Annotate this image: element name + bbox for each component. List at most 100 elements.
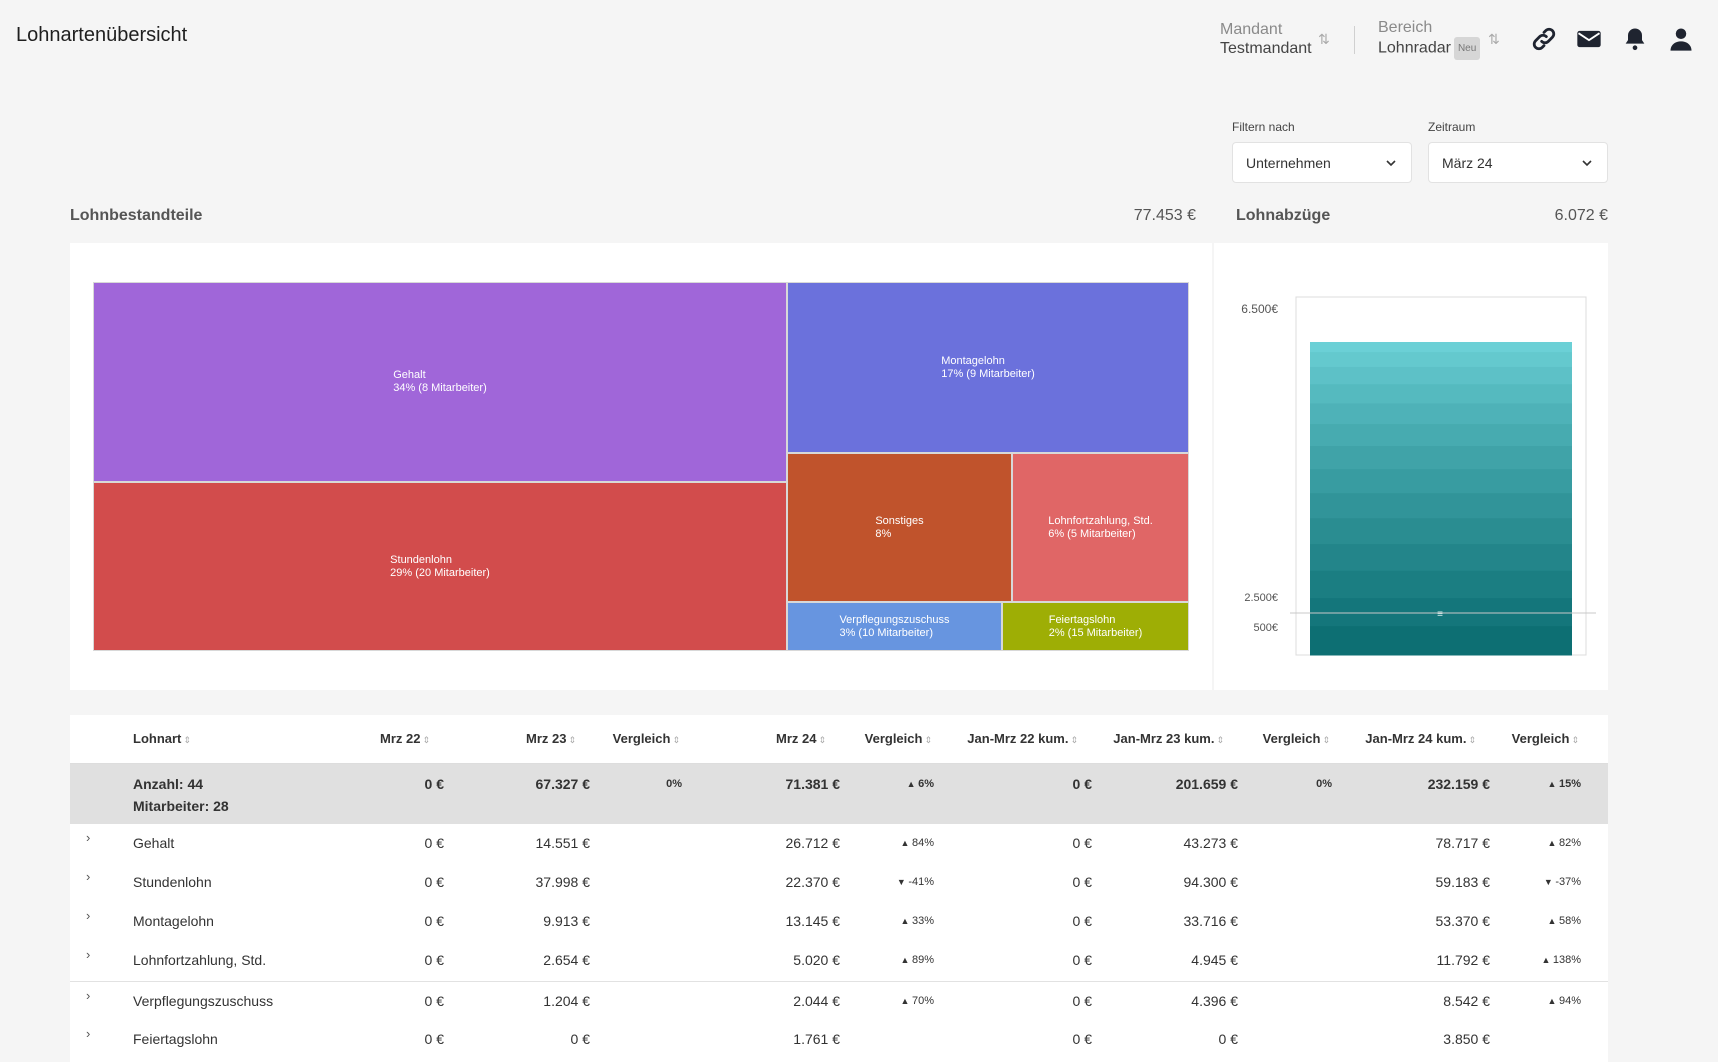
cell-value: 15% — [1558, 778, 1581, 790]
col-header-2[interactable]: Mrz 23 ⇕ — [526, 731, 576, 746]
new-badge: Neu — [1453, 37, 1481, 60]
value-cell: 0 € — [1073, 874, 1092, 890]
treemap-tile[interactable]: Sonstiges 8% — [787, 453, 1012, 602]
table-row[interactable]: › Gehalt 0 € 14.551 € 26.712 € ▲ 84% 0 € 43.273… — [70, 824, 1608, 863]
treemap-tile[interactable]: Gehalt 34% (8 Mitarbeiter) — [93, 282, 787, 482]
trend-up-icon: ▲ — [1547, 838, 1559, 848]
value-cell: 59.183 € — [1436, 874, 1491, 890]
sort-icon[interactable]: ⇕ — [422, 735, 430, 745]
sort-icon[interactable]: ⇕ — [183, 735, 191, 745]
filter-value: Unternehmen — [1246, 154, 1331, 171]
bar-segment — [1310, 518, 1572, 545]
comparison-cell: ▲ 82% — [1548, 837, 1581, 849]
value-cell: 11.792 € — [1437, 952, 1490, 968]
zeitraum-select[interactable]: März 24 — [1428, 142, 1608, 183]
bell-icon[interactable] — [1621, 25, 1649, 53]
cell-value: 37.998 € — [535, 874, 591, 890]
table-summary-row: Anzahl: 44 Mitarbeiter: 28 0 € 67.327 € 0% 71… — [70, 764, 1608, 824]
swap-icon: ⇅ — [1488, 31, 1500, 47]
trend-up-icon: ▲ — [1547, 996, 1559, 1006]
sort-icon[interactable]: ⇕ — [1070, 735, 1078, 745]
col-header-5[interactable]: Vergleich ⇕ — [865, 731, 932, 746]
sort-icon[interactable]: ⇕ — [1216, 735, 1224, 745]
row-name: Gehalt — [133, 835, 175, 851]
comparison-cell: 0% — [666, 778, 682, 790]
table-row[interactable]: › Feiertagslohn 0 € 0 € 1.761 € 0 € 0 € 3.850 € — [70, 1020, 1608, 1059]
col-header-8[interactable]: Vergleich ⇕ — [1263, 731, 1330, 746]
sort-icon[interactable]: ⇕ — [1322, 735, 1330, 745]
value-cell: 37.998 € — [536, 874, 591, 890]
chevron-right-icon[interactable]: › — [86, 830, 90, 845]
value-cell: 0 € — [425, 993, 444, 1009]
user-icon[interactable] — [1667, 25, 1695, 53]
col-header-9[interactable]: Jan-Mrz 24 kum. ⇕ — [1365, 731, 1476, 746]
link-icon[interactable] — [1530, 25, 1558, 53]
bereich-switcher[interactable]: Bereich Lohnradar Neu ⇅ — [1378, 18, 1500, 60]
cell-value: 201.659 € — [1175, 776, 1238, 792]
cell-value: 0 € — [570, 1031, 590, 1047]
chevron-right-icon[interactable]: › — [86, 908, 90, 923]
chevron-right-icon[interactable]: › — [86, 1026, 90, 1041]
col-header-0[interactable]: Lohnart ⇕ — [133, 731, 191, 746]
tile-label: 34% (8 Mitarbeiter) — [393, 382, 487, 394]
table-row[interactable]: › Montagelohn 0 € 9.913 € 13.145 € ▲ 33% 0 € 33… — [70, 902, 1608, 941]
col-header-6[interactable]: Jan-Mrz 22 kum. ⇕ — [967, 731, 1078, 746]
zeitraum-value: März 24 — [1442, 154, 1493, 171]
cell-value: 67.327 € — [535, 776, 591, 792]
treemap-tile[interactable]: Feiertagslohn 2% (15 Mitarbeiter) — [1002, 602, 1189, 651]
treemap-tile[interactable]: Lohnfortzahlung, Std. 6% (5 Mitarbeiter) — [1012, 453, 1189, 602]
treemap-card: Gehalt 34% (8 Mitarbeiter) Stundenlohn 29% … — [70, 243, 1212, 690]
cell-value: 89% — [911, 954, 934, 966]
sort-icon[interactable]: ⇕ — [1468, 735, 1476, 745]
filter-select[interactable]: Unternehmen — [1232, 142, 1412, 183]
col-header-label: Lohnart — [133, 731, 182, 746]
col-header-3[interactable]: Vergleich ⇕ — [613, 731, 680, 746]
table-row[interactable]: › Stundenlohn 0 € 37.998 € 22.370 € ▼ -41% 0 €… — [70, 863, 1608, 902]
sort-icon[interactable]: ⇕ — [672, 735, 680, 745]
mandant-value: Testmandant — [1220, 40, 1312, 57]
value-cell: 26.712 € — [786, 835, 841, 851]
bar-segment — [1310, 469, 1572, 494]
bar-segment — [1310, 570, 1572, 599]
value-cell: 2.044 € — [793, 993, 840, 1009]
col-header-10[interactable]: Vergleich ⇕ — [1512, 731, 1579, 746]
sort-icon[interactable]: ⇕ — [568, 735, 576, 745]
col-header-7[interactable]: Jan-Mrz 23 kum. ⇕ — [1113, 731, 1224, 746]
chevron-right-icon[interactable]: › — [86, 947, 90, 962]
cell-value: 2.654 € — [543, 952, 590, 968]
value-cell: 9.913 € — [543, 913, 590, 929]
comparison-cell: ▼ -37% — [1544, 876, 1581, 888]
bar-segment — [1310, 626, 1572, 656]
mail-icon[interactable] — [1575, 25, 1603, 53]
table-row[interactable]: › Verpflegungszuschuss 0 € 1.204 € 2.044 € ▲ … — [70, 981, 1608, 1020]
treemap-chart: Gehalt 34% (8 Mitarbeiter) Stundenlohn 29% … — [93, 282, 1189, 651]
chevron-right-icon[interactable]: › — [86, 988, 90, 1003]
bar-segment — [1310, 493, 1572, 519]
treemap-tile[interactable]: Stundenlohn 29% (20 Mitarbeiter) — [93, 482, 787, 651]
tile-label: 6% (5 Mitarbeiter) — [1048, 527, 1136, 540]
treemap-tile[interactable]: Montagelohn 17% (9 Mitarbeiter) — [787, 282, 1189, 453]
value-cell: 67.327 € — [536, 776, 591, 792]
col-header-label: Vergleich — [1511, 731, 1570, 746]
treemap-tile[interactable]: Verpflegungszuschuss 3% (10 Mitarbeiter) — [787, 602, 1002, 651]
value-cell: 1.204 € — [543, 993, 590, 1009]
tile-name: Lohnfortzahlung, Std. — [1048, 514, 1153, 527]
value-cell: 4.945 € — [1191, 952, 1238, 968]
sort-icon[interactable]: ⇕ — [1571, 735, 1579, 745]
mandant-switcher[interactable]: Mandant Testmandant ⇅ — [1220, 20, 1330, 58]
trend-down-icon: ▼ — [1543, 877, 1556, 887]
table-row[interactable]: › Lohnfortzahlung, Std. 0 € 2.654 € 5.020 € ▲… — [70, 941, 1608, 980]
sort-icon[interactable]: ⇕ — [818, 735, 826, 745]
col-header-label: Mrz 23 — [525, 731, 567, 746]
value-cell: 201.659 € — [1176, 776, 1238, 792]
col-header-1[interactable]: Mrz 22 ⇕ — [380, 731, 430, 746]
col-header-4[interactable]: Mrz 24 ⇕ — [776, 731, 826, 746]
row-name: Montagelohn — [133, 913, 214, 929]
value-cell: 0 € — [571, 1031, 590, 1047]
cell-value: 82% — [1558, 837, 1581, 849]
cell-value: 3.850 € — [1443, 1031, 1490, 1047]
comparison-cell: ▲ 138% — [1541, 954, 1581, 966]
y-tick-label: 500€ — [1254, 622, 1278, 634]
sort-icon[interactable]: ⇕ — [924, 735, 932, 745]
chevron-right-icon[interactable]: › — [86, 869, 90, 884]
